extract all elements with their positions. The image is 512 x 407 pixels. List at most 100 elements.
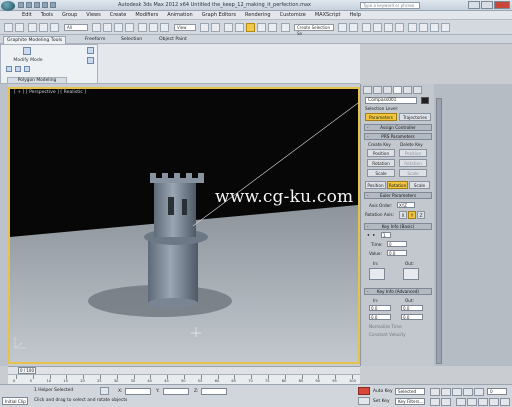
schematic-view-icon[interactable] [395, 23, 404, 32]
modify-mode-icon[interactable] [23, 47, 31, 55]
previous-frame-icon[interactable] [441, 388, 451, 396]
menu-item-modifiers[interactable]: Modifiers [135, 12, 158, 18]
current-frame-field[interactable]: 0 [487, 388, 507, 395]
key-mode-toggle-icon[interactable] [430, 398, 440, 406]
undo-icon[interactable] [42, 2, 48, 8]
go-to-end-icon[interactable] [474, 388, 484, 396]
search-input[interactable]: Type a keyword or phrase [360, 2, 420, 9]
in-tangent-icon[interactable] [369, 268, 385, 280]
unlink-icon[interactable] [39, 23, 48, 32]
trajectories-button[interactable]: Trajectories [399, 113, 431, 121]
z-coord-field[interactable] [201, 388, 227, 395]
redo-icon[interactable] [50, 2, 56, 8]
snaps-toggle-icon[interactable] [235, 23, 244, 32]
adv-out-field[interactable]: 0.0 [401, 305, 423, 311]
selection-filter-select[interactable]: All [64, 24, 88, 31]
menu-item-customize[interactable]: Customize [280, 12, 306, 18]
adv-in-field[interactable]: 0.0 [369, 305, 391, 311]
spinner-snap-icon[interactable] [268, 23, 277, 32]
move-icon[interactable] [138, 23, 147, 32]
time-slider-thumb[interactable]: 0 / 100 [18, 367, 36, 374]
parameters-button[interactable]: Parameters [365, 113, 397, 121]
create-scale-key-button[interactable]: Scale [367, 169, 395, 177]
next-key-icon[interactable]: ▸ [373, 232, 375, 237]
hierarchy-tab-icon[interactable] [383, 86, 392, 94]
lock-selection-icon[interactable] [100, 387, 109, 395]
scale-icon[interactable] [160, 23, 169, 32]
prs-scale-tab[interactable]: Scale [409, 181, 430, 189]
object-color-swatch[interactable] [421, 97, 429, 104]
menu-item-animation[interactable]: Animation [167, 12, 193, 18]
redo-icon[interactable] [15, 23, 24, 32]
command-panel-scrollbar[interactable] [436, 98, 442, 364]
curve-editor-icon[interactable] [384, 23, 393, 32]
time-configuration-icon[interactable] [441, 398, 451, 406]
rotation-axis-y-button[interactable]: Y [408, 211, 416, 219]
prs-parameters-rollout[interactable]: PRS Parameters [364, 133, 432, 140]
key-filters-button[interactable]: Key Filters... [395, 398, 425, 405]
new-icon[interactable] [18, 2, 24, 8]
menu-item-maxscript[interactable]: MAXScript [315, 12, 341, 18]
zoom-icon[interactable] [456, 398, 466, 406]
minimize-button[interactable] [468, 1, 480, 9]
display-tab-icon[interactable] [403, 86, 412, 94]
set-key-icon[interactable] [358, 397, 370, 405]
polygon-tool-icon[interactable] [6, 66, 12, 72]
close-button[interactable] [494, 1, 510, 9]
save-icon[interactable] [34, 2, 40, 8]
perspective-viewport[interactable]: [ + ] [ Perspective ] [ Realistic ] www.… [8, 87, 360, 364]
x-coord-field[interactable] [125, 388, 151, 395]
angle-snap-icon[interactable] [246, 23, 255, 32]
play-icon[interactable] [452, 388, 462, 396]
application-button[interactable] [1, 1, 15, 11]
modify-tab-icon[interactable] [373, 86, 382, 94]
pin-icon[interactable] [87, 47, 94, 54]
prs-rotation-tab[interactable]: Rotation [387, 181, 408, 189]
tab-object-paint[interactable]: Object Paint [156, 36, 190, 44]
window-crossing-icon[interactable] [125, 23, 134, 32]
value-field[interactable]: 0.0 [387, 250, 407, 256]
create-rotation-key-button[interactable]: Rotation [367, 159, 395, 167]
object-name-field[interactable]: Compass001 [365, 97, 417, 104]
constant-velocity-label[interactable]: Constant Velocity [369, 332, 406, 337]
key-number-field[interactable]: 1 [381, 232, 391, 238]
adv-out-field-2[interactable]: 0.0 [401, 314, 423, 320]
edge-tool-icon[interactable] [15, 66, 21, 72]
vertex-tool-icon[interactable] [24, 66, 30, 72]
maxscript-listener[interactable]: Initial Clip [2, 397, 28, 405]
menu-item-edit[interactable]: Edit [22, 12, 32, 18]
next-frame-icon[interactable] [463, 388, 473, 396]
assign-controller-rollout[interactable]: Assign Controller [364, 124, 432, 131]
rotate-icon[interactable] [149, 23, 158, 32]
polygon-modeling-group[interactable]: Polygon Modeling [7, 77, 67, 84]
select-by-name-icon[interactable] [103, 23, 112, 32]
named-selection-input[interactable]: Create Selection Se [294, 24, 334, 36]
undo-icon[interactable] [4, 23, 13, 32]
link-icon[interactable] [28, 23, 37, 32]
delete-scale-key-button[interactable]: Scale [399, 169, 427, 177]
rotation-axis-x-button[interactable]: X [399, 211, 407, 219]
reference-coordinate-select[interactable]: View [174, 24, 196, 31]
select-manipulate-icon[interactable] [211, 23, 220, 32]
percent-snap-icon[interactable] [257, 23, 266, 32]
menu-item-help[interactable]: Help [350, 12, 361, 18]
create-tab-icon[interactable] [363, 86, 372, 94]
motion-tab-icon[interactable] [393, 86, 402, 94]
normalize-time-label[interactable]: Normalize Time [369, 324, 402, 329]
go-to-start-icon[interactable] [430, 388, 440, 396]
open-icon[interactable] [26, 2, 32, 8]
menu-item-group[interactable]: Group [62, 12, 77, 18]
delete-rotation-key-button[interactable]: Rotation [399, 159, 427, 167]
auto-key-label[interactable]: Auto Key [373, 389, 393, 394]
set-key-label[interactable]: Set Key [373, 399, 390, 404]
graphite-ribbon-icon[interactable] [373, 23, 382, 32]
render-setup-icon[interactable] [419, 23, 428, 32]
menu-item-tools[interactable]: Tools [41, 12, 53, 18]
layer-manager-icon[interactable] [362, 23, 371, 32]
collapse-icon[interactable] [87, 57, 94, 64]
out-tangent-icon[interactable] [403, 268, 419, 280]
rectangular-selection-icon[interactable] [114, 23, 123, 32]
menu-item-rendering[interactable]: Rendering [245, 12, 271, 18]
menu-item-views[interactable]: Views [86, 12, 100, 18]
menu-item-graph-editors[interactable]: Graph Editors [202, 12, 236, 18]
